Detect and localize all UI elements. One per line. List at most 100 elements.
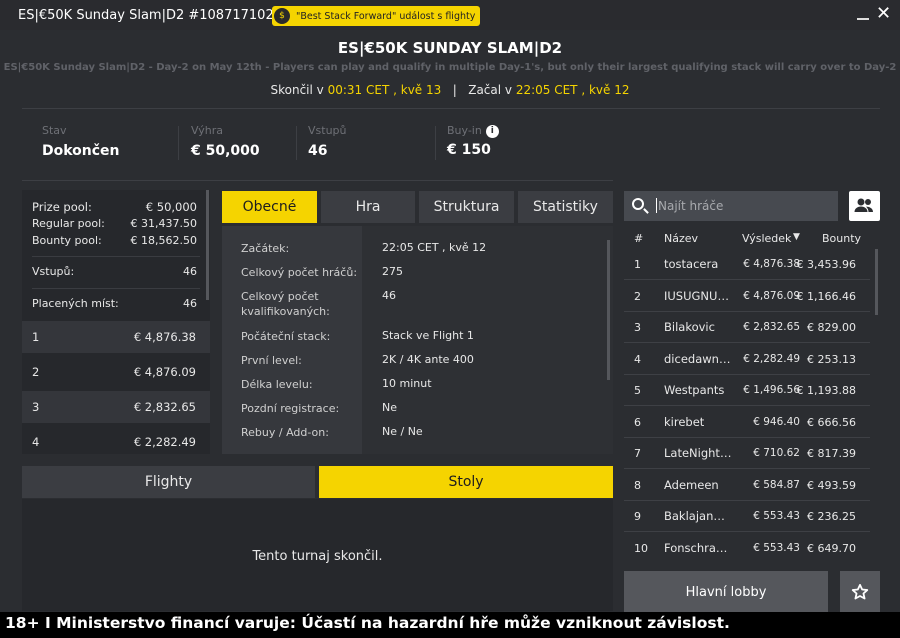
payout-place: 4	[32, 435, 40, 449]
prize-scrollbar[interactable]	[206, 190, 209, 300]
detail-label: Rebuy / Add-on:	[241, 426, 329, 439]
prize-pool-label: Prize pool:	[32, 200, 92, 214]
players-button[interactable]	[849, 191, 880, 221]
row-rank: 4	[634, 353, 641, 366]
prize-pool-row: Prize pool: € 50,000	[32, 200, 197, 214]
detail-label: Celkový počet kvalifikovaných:	[241, 290, 330, 318]
row-bounty: € 649.70	[807, 542, 856, 555]
row-bounty: € 666.56	[807, 416, 856, 429]
stat-buyin-value: € 150	[447, 141, 491, 158]
row-rank: 1	[634, 258, 641, 271]
table-row[interactable]: 6 kirebet € 946.40 € 666.56	[624, 407, 870, 438]
search-input[interactable]: Najít hráče	[652, 191, 838, 221]
minimize-button[interactable]	[856, 8, 870, 22]
row-result: € 584.87	[753, 479, 800, 491]
prize-panel[interactable]: Prize pool: € 50,000 Regular pool: € 31,…	[22, 190, 210, 454]
row-player-name: dicedawn83	[664, 352, 732, 366]
stat-prize-value: € 50,000	[191, 143, 260, 159]
main-lobby-button[interactable]: Hlavní lobby	[624, 571, 828, 613]
stat-buyin: Buy-in i € 150	[447, 124, 499, 158]
tab-statistics[interactable]: Statistiky	[518, 191, 613, 223]
row-rank: 10	[634, 542, 648, 555]
header-divider	[22, 108, 880, 109]
col-header-bounty[interactable]: Bounty	[822, 232, 861, 245]
table-row[interactable]: 8 Ademeen € 584.87 € 493.59	[624, 470, 870, 501]
table-row[interactable]: 3 Bilakovic € 2,832.65 € 829.00	[624, 312, 870, 343]
row-rank: 8	[634, 479, 641, 492]
row-player-name: Fonschrantz	[664, 541, 732, 555]
tournament-subtitle: ES|€50K Sunday Slam|D2 - Day-2 on May 12…	[3, 62, 897, 73]
row-rank: 3	[634, 321, 641, 334]
row-result: € 1,496.56	[743, 384, 800, 396]
players-scrollbar[interactable]	[875, 249, 878, 315]
row-result: € 4,876.38	[743, 258, 800, 270]
table-row[interactable]: 2 IUSUGNUMUNU € 4,876.09 € 1,166.46	[624, 281, 870, 312]
stat-status-label: Stav	[42, 124, 67, 137]
table-row[interactable]: 9 Baklajan233 € 553.43 € 236.25	[624, 501, 870, 532]
favorite-button[interactable]	[840, 571, 880, 613]
row-bounty: € 829.00	[807, 321, 856, 334]
stat-prize: Výhra € 50,000	[191, 124, 260, 159]
payout-amount: € 4,876.09	[133, 365, 196, 379]
payout-row: 1 € 4,876.38	[22, 321, 210, 353]
times-separator: |	[452, 83, 457, 97]
table-row[interactable]: 10 Fonschrantz € 553.43 € 649.70	[624, 533, 870, 564]
row-rank: 5	[634, 384, 641, 397]
row-player-name: LateNightTrader	[664, 446, 732, 460]
prize-pool-value: € 50,000	[145, 200, 197, 214]
tab-general[interactable]: Obecné	[222, 191, 317, 223]
tab-flights[interactable]: Flighty	[22, 466, 315, 498]
row-player-name: tostacera	[664, 257, 719, 271]
tournament-title: ES|€50K SUNDAY SLAM|D2	[337, 39, 563, 57]
table-row[interactable]: 1 tostacera € 4,876.38 € 3,453.96	[624, 249, 870, 280]
promo-badge[interactable]: $ "Best Stack Forward" událost s flighty	[272, 6, 480, 26]
regular-pool-row: Regular pool: € 31,437.50	[32, 217, 197, 230]
gambling-warning-text: 18+ I Ministerstvo financí varuje: Účast…	[5, 614, 730, 632]
detail-value: Ne	[382, 401, 397, 414]
row-player-name: Bilakovic	[664, 320, 715, 334]
row-result: € 4,876.09	[743, 290, 800, 302]
stat-divider	[178, 126, 179, 160]
players-list[interactable]: 1 tostacera € 4,876.38 € 3,453.96 2 IUSU…	[624, 249, 880, 565]
entries-value: 46	[183, 265, 197, 278]
paid-places-row: Placených míst: 46	[32, 297, 197, 310]
stat-entries-value: 46	[308, 143, 328, 159]
started-time: 22:05 CET , kvě 12	[515, 83, 630, 97]
search-placeholder: Najít hráče	[658, 199, 724, 213]
stats-divider	[22, 180, 613, 181]
close-button[interactable]: ✕	[876, 5, 891, 23]
col-header-rank: #	[634, 232, 644, 245]
col-header-name[interactable]: Název	[664, 232, 698, 245]
gambling-warning-bar: 18+ I Ministerstvo financí varuje: Účast…	[0, 612, 900, 638]
stat-entries: Vstupů 46	[308, 124, 347, 159]
table-row[interactable]: 7 LateNightTrader € 710.62 € 817.39	[624, 438, 870, 469]
row-bounty: € 1,193.88	[796, 384, 856, 397]
tab-game[interactable]: Hra	[321, 191, 415, 223]
sort-desc-icon[interactable]: ▼	[793, 232, 800, 242]
row-bounty: € 253.13	[807, 353, 856, 366]
stat-divider	[296, 126, 297, 160]
details-scrollbar[interactable]	[607, 240, 610, 380]
detail-label: Pozdní registrace:	[241, 402, 340, 415]
tab-structure[interactable]: Struktura	[419, 191, 514, 223]
row-bounty: € 493.59	[807, 479, 856, 492]
col-header-result[interactable]: Výsledek	[742, 232, 791, 245]
tab-tables[interactable]: Stoly	[319, 466, 613, 498]
bounty-pool-value: € 18,562.50	[130, 234, 197, 247]
detail-value: Stack ve Flight 1	[382, 329, 474, 342]
detail-value: 46	[382, 289, 396, 302]
row-player-name: Baklajan233	[664, 509, 732, 523]
row-result: € 2,832.65	[743, 321, 800, 333]
row-rank: 6	[634, 416, 641, 429]
bounty-pool-row: Bounty pool: € 18,562.50	[32, 234, 197, 247]
users-icon	[854, 198, 873, 212]
row-player-name: Westpants	[664, 383, 725, 397]
detail-value: 2K / 4K ante 400	[382, 353, 474, 366]
row-rank: 9	[634, 510, 641, 523]
info-icon[interactable]: i	[485, 124, 499, 138]
general-details: Začátek: 22:05 CET , kvě 12 Celkový poče…	[222, 226, 613, 454]
detail-label: Začátek:	[241, 242, 290, 255]
table-row[interactable]: 5 Westpants € 1,496.56 € 1,193.88	[624, 375, 870, 406]
table-row[interactable]: 4 dicedawn83 € 2,282.49 € 253.13	[624, 344, 870, 375]
row-bounty: € 1,166.46	[796, 290, 856, 303]
